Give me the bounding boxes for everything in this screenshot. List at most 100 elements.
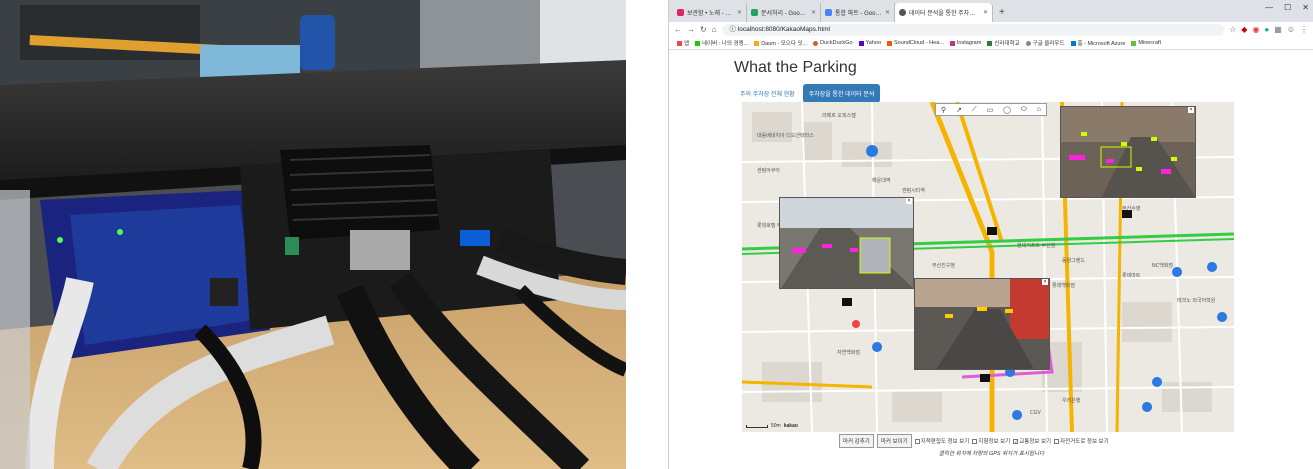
tab-data-analysis[interactable]: 주차장을 통한 데이터 분석 [802, 84, 881, 103]
bookmark-minecraft[interactable]: Minecraft [1131, 40, 1161, 46]
cctv-feed-1[interactable]: × [1060, 106, 1196, 198]
map-label: 라페르 오피스텔 [822, 112, 856, 119]
map-label: NC백화점 [1152, 262, 1173, 269]
extension-icon[interactable]: ● [1264, 25, 1269, 34]
bookmark-apps[interactable]: 앱 [677, 39, 689, 47]
hardware-photo [0, 0, 626, 469]
map-label: 자연백화점 [837, 349, 860, 356]
checkbox[interactable] [914, 439, 920, 445]
soundcloud-icon [887, 40, 893, 46]
map-scale: 50m kakao [746, 423, 798, 429]
ellipse-tool-icon[interactable]: ⬭ [1021, 106, 1027, 114]
extension-icon[interactable]: ▦ [1274, 25, 1282, 34]
bookmark-azure[interactable]: 홈 - Microsoft Azure [1070, 39, 1125, 47]
daum-icon [754, 40, 760, 46]
silla-icon [987, 40, 993, 46]
checkbox-checked[interactable]: ✓ [1013, 439, 1019, 445]
extension-icon[interactable]: ◉ [1252, 25, 1259, 34]
extension-icon[interactable]: ◆ [1241, 25, 1247, 34]
address-bar: ← → ↻ ⌂ ⓘ localhost:8080/KakaoMaps.html … [669, 22, 1313, 37]
yahoo-icon [858, 40, 864, 46]
cctv-feed-3[interactable]: × [914, 278, 1050, 370]
map-label: CGV [1030, 410, 1041, 416]
street-detection-image [1061, 107, 1195, 197]
forward-icon[interactable]: → [687, 25, 695, 34]
jetson-arduino-setup-image [0, 0, 626, 469]
bicycle-checkbox-row[interactable]: 자전거도로 정보 보기 [1054, 437, 1109, 445]
bookmark-daum[interactable]: Daum - 모으다 잇... [754, 39, 807, 47]
cadastral-checkbox-row[interactable]: 지적편집도 정보 보기 [914, 437, 969, 445]
url-input[interactable]: ⓘ localhost:8080/KakaoMaps.html [721, 23, 1225, 36]
close-tab-icon[interactable]: ✕ [737, 9, 742, 16]
close-window-icon[interactable]: ✕ [1302, 3, 1309, 12]
map-label: 센텀아쿠아 [757, 167, 780, 174]
circle-tool-icon[interactable]: ◯ [1003, 106, 1011, 114]
show-markers-button[interactable]: 마커 보이기 [876, 434, 912, 448]
polygon-tool-icon[interactable]: ⌂ [1037, 106, 1041, 113]
bookmark-duckduckgo[interactable]: DuckDuckGo [813, 40, 853, 46]
drawing-toolbar: ⚲ ↗ ⟋ ▭ ◯ ⬭ ⌂ [935, 103, 1047, 116]
tab-parking-status[interactable]: 주의 주차장 전체 현황 [734, 84, 801, 103]
apps-grid-icon [677, 40, 682, 46]
page-tabs: 주의 주차장 전체 현황 주차장을 통한 데이터 분석 [734, 84, 881, 103]
close-tab-icon[interactable]: ✕ [811, 9, 816, 16]
checkbox[interactable] [1054, 439, 1060, 445]
new-tab-button[interactable]: + [993, 3, 1011, 22]
close-tab-icon[interactable]: ✕ [983, 9, 988, 16]
browser-tab-docs[interactable]: 통합 파트 - Google 문서 ✕ [821, 3, 895, 22]
rectangle-tool-icon[interactable]: ▭ [987, 106, 994, 114]
page-content: What the Parking 주의 주차장 전체 현황 주차장을 통한 데이… [669, 50, 1313, 468]
reload-icon[interactable]: ↻ [700, 25, 707, 34]
polyline-tool-icon[interactable]: ⟋ [972, 106, 977, 114]
gps-note: 클릭한 위치에 차량의 GPS 위치가 표시됩니다 [938, 451, 1045, 457]
map-label: 부산진구청 [932, 262, 955, 269]
cctv-feed-2[interactable]: × [779, 197, 914, 289]
minimize-icon[interactable]: — [1265, 3, 1273, 12]
profile-avatar[interactable]: ☺ [1287, 25, 1295, 34]
arrow-tool-icon[interactable]: ↗ [956, 106, 962, 114]
checkbox[interactable] [972, 439, 978, 445]
hide-markers-button[interactable]: 마커 감추기 [839, 434, 874, 448]
star-icon[interactable]: ☆ [1229, 25, 1236, 34]
marker-tool-icon[interactable]: ⚲ [941, 106, 946, 114]
close-tab-icon[interactable]: ✕ [885, 9, 890, 16]
instagram-icon [949, 40, 955, 46]
browser-tab-drive[interactable]: 문서처리 - Google 드라이브 ✕ [747, 3, 821, 22]
minecraft-icon [1131, 40, 1137, 46]
globe-favicon-icon [899, 9, 906, 16]
maximize-icon[interactable]: ☐ [1284, 3, 1291, 12]
info-icon: ⓘ [729, 25, 738, 33]
map-label: 대동베네치아 디오션테라스 [757, 132, 814, 139]
map-label: 현대기프트 부산점 [1017, 242, 1055, 249]
terrain-checkbox-row[interactable]: 지형정보 보기 [972, 437, 1010, 445]
scale-bar [746, 424, 768, 428]
map-label: 롯데백화점 [1052, 282, 1075, 289]
close-icon[interactable]: × [1188, 107, 1194, 113]
bookmark-naver[interactable]: 네이버 : 나의 경쟁... [695, 39, 748, 47]
drive-favicon-icon [751, 9, 758, 16]
bookmark-google-cloud[interactable]: 구글 클라우드 [1025, 39, 1065, 47]
vibe-favicon-icon [677, 9, 684, 16]
map-label: 부산수영 [1122, 205, 1140, 212]
map-controls: 마커 감추기 마커 보이기 지적편집도 정보 보기 지형정보 보기 ✓ 교통정보 … [839, 434, 1109, 448]
duckduckgo-icon [813, 40, 819, 46]
close-icon[interactable]: × [1042, 279, 1048, 285]
bookmark-instagram[interactable]: Instagram [949, 40, 981, 46]
url-text: localhost:8080/KakaoMaps.html [737, 25, 830, 33]
bookmark-silla[interactable]: 신라대학교 [987, 39, 1020, 47]
home-icon[interactable]: ⌂ [712, 25, 717, 34]
menu-icon[interactable]: ⋮ [1300, 25, 1308, 34]
close-icon[interactable]: × [906, 198, 912, 204]
bookmark-yahoo[interactable]: Yahoo [858, 40, 881, 46]
tab-label: 데이터 분석을 통한 주차현황 [909, 11, 980, 17]
back-icon[interactable]: ← [674, 25, 682, 34]
page-title: What the Parking [734, 59, 857, 76]
kakao-map[interactable]: 라페르 오피스텔 대동베네치아 디오션테라스 센텀아쿠아 해운대역 센텀시티역 … [742, 102, 1234, 432]
tab-bar: 보관함 • 노래 - VIBE ✕ 문서처리 - Google 드라이브 ✕ 통… [669, 0, 1313, 22]
bookmark-soundcloud[interactable]: SoundCloud - Hea... [887, 40, 944, 46]
browser-tab-vibe[interactable]: 보관함 • 노래 - VIBE ✕ [673, 3, 747, 22]
naver-icon [695, 40, 701, 46]
browser-tab-parking[interactable]: 데이터 분석을 통한 주차현황 ✕ [895, 3, 993, 22]
tab-label: 문서처리 - Google 드라이브 [761, 11, 808, 17]
traffic-checkbox-row[interactable]: ✓ 교통정보 보기 [1013, 437, 1051, 445]
